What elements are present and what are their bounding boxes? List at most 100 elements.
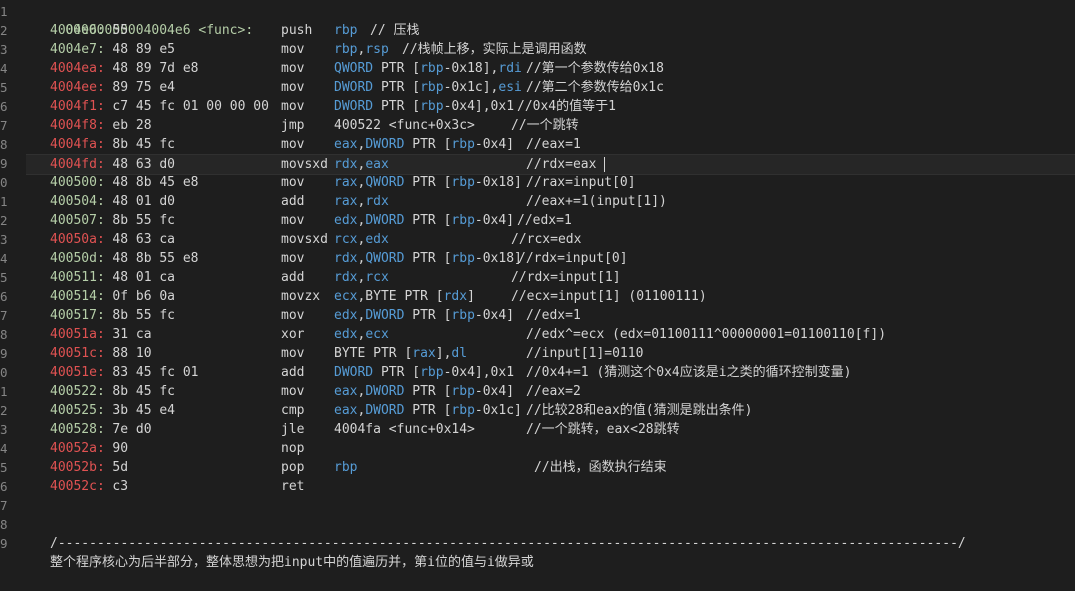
line-number: 7 <box>0 308 8 323</box>
operands: edx,DWORD PTR [rbp-0x4] <box>334 211 514 230</box>
mnemonic: mov <box>281 175 305 190</box>
mnemonic: add <box>281 194 305 209</box>
register-token: eax <box>334 137 358 152</box>
code-line[interactable]: 40050d: 48 8b 55 e8 mov rdx,QWORD PTR [rbp-… <box>34 249 1069 268</box>
code-line[interactable]: 40050a: 48 63 ca movsxd rcx,edx //rcx=edx <box>34 230 1069 249</box>
operand-token: PTR [ <box>373 99 421 114</box>
code-line[interactable]: 40052a: 90 nop <box>34 439 1069 458</box>
instruction-address: 40051a: <box>50 327 105 342</box>
comment-text: //rdx=eax <box>526 157 597 172</box>
instruction-address: 400500: <box>50 175 105 190</box>
operands: BYTE PTR [rax],dl <box>334 344 467 363</box>
code-line[interactable]: 40051a: 31 ca xor edx,ecx //edx^=ecx (edx=01… <box>34 325 1069 344</box>
comment: // 压栈 <box>370 21 419 40</box>
code-line[interactable]: 4004f1: c7 45 fc 01 00 00 00 mov DWORD PTR … <box>34 97 1069 116</box>
register-token: DWORD <box>334 99 374 114</box>
mnemonic: nop <box>281 441 305 456</box>
register-token: DWORD <box>365 384 405 399</box>
operand-token: PTR [ <box>404 251 452 266</box>
line-number: 2 <box>0 403 8 418</box>
comment-text: // 压栈 <box>370 23 420 38</box>
comment-text: //出栈，函数执行结束 <box>534 460 667 475</box>
code-line[interactable]: 4004e6: 55 push rbp // 压栈 <box>34 21 1069 40</box>
instruction-address: 400511: <box>50 270 105 285</box>
line-number: 2 <box>0 213 8 228</box>
comment: //比较28和eax的值(猜测是跳出条件) <box>526 401 752 420</box>
mnemonic: movsxd <box>281 157 328 172</box>
line-number: 8 <box>0 137 8 152</box>
comment: //ecx=input[1] (01100111) <box>511 287 707 306</box>
code-line[interactable]: 400528: 7e d0 jle 4004fa <func+0x14> //一个跳转，… <box>34 420 1069 439</box>
operands: eax,DWORD PTR [rbp-0x4] <box>334 135 514 154</box>
comment: //eax+=1(input[1]) <box>526 192 667 211</box>
code-line[interactable]: 4004e7: 48 89 e5 mov rbp,rsp //栈帧上移，实际上是调用函数 <box>34 40 1069 59</box>
instruction-address: 40052b: <box>50 460 105 475</box>
mnemonic: mov <box>281 251 305 266</box>
line-number: 4 <box>0 251 8 266</box>
code-line[interactable]: 400525: 3b 45 e4 cmp eax,DWORD PTR [rbp-0x1… <box>34 401 1069 420</box>
opcode-bytes: 7e d0 <box>112 422 152 437</box>
instruction-address: 4004ea: <box>50 61 105 76</box>
code-line[interactable]: 4004fd: 48 63 d0 movsxd rdx,eax //rdx=eax <box>26 154 1075 175</box>
code-line[interactable]: 400511: 48 01 ca add rdx,rcx //rdx=input[1] <box>34 268 1069 287</box>
register-token: rax <box>334 194 358 209</box>
code-line[interactable]: 400507: 8b 55 fc mov edx,DWORD PTR [rbp-0x4… <box>34 211 1069 230</box>
code-line[interactable]: 400517: 8b 55 fc mov edx,DWORD PTR [rbp-0x4… <box>34 306 1069 325</box>
operands: QWORD PTR [rbp-0x18],rdi <box>334 59 522 78</box>
operands: ecx,BYTE PTR [rdx] <box>334 287 475 306</box>
mnemonic: mov <box>281 99 305 114</box>
line-number: 2 <box>0 23 8 38</box>
opcode-bytes: 90 <box>112 441 129 456</box>
mnemonic: movsxd <box>281 232 328 247</box>
opcode-bytes: 8b 55 fc <box>112 308 176 323</box>
comment-text: //一个跳转，eax<28跳转 <box>526 422 680 437</box>
code-line[interactable]: 4004f8: eb 28 jmp 400522 <func+0x3c> //一个跳转 <box>34 116 1069 135</box>
code-line[interactable]: 40052b: 5d pop rbp //出栈，函数执行结束 <box>34 458 1069 477</box>
operands: rbp,rsp <box>334 40 389 59</box>
code-line[interactable]: 400504: 48 01 d0 add rax,rdx //eax+=1(input[… <box>34 192 1069 211</box>
comment-text: //edx=1 <box>517 213 572 228</box>
instruction-address: 4004f1: <box>50 99 105 114</box>
opcode-bytes: 48 01 d0 <box>112 194 176 209</box>
register-token: ecx <box>365 327 389 342</box>
mnemonic: add <box>281 365 305 380</box>
comment: //rdx=input[0] <box>518 249 628 268</box>
comment-text: //0x4的值等于1 <box>517 99 616 114</box>
line-number: 0 <box>0 365 8 380</box>
code-line[interactable]: 400514: 0f b6 0a movzx ecx,BYTE PTR [rdx] //… <box>34 287 1069 306</box>
instruction-address: 40052c: <box>50 479 105 494</box>
register-token: QWORD <box>334 61 374 76</box>
operands: DWORD PTR [rbp-0x1c],esi <box>334 78 522 97</box>
line-number: 5 <box>0 80 8 95</box>
mnemonic: ret <box>281 479 305 494</box>
register-token: rax <box>334 175 358 190</box>
register-token: rbp <box>420 99 444 114</box>
code-line[interactable]: 4004fa: 8b 45 fc mov eax,DWORD PTR [rbp-0x4… <box>34 135 1069 154</box>
code-line[interactable]: 400522: 8b 45 fc mov eax,DWORD PTR [rbp-0x4… <box>34 382 1069 401</box>
comment-text: //比较28和eax的值(猜测是跳出条件) <box>526 403 753 418</box>
comment: //栈帧上移，实际上是调用函数 <box>402 40 587 59</box>
operand-token: -0x4],0x1 <box>443 365 515 380</box>
code-line[interactable]: 4004ea: 48 89 7d e8 mov QWORD PTR [rbp-0x18… <box>34 59 1069 78</box>
opcode-bytes: 8b 45 fc <box>112 137 176 152</box>
mnemonic: push <box>281 23 313 38</box>
line-number: 6 <box>0 99 8 114</box>
code-line[interactable]: 40051c: 88 10 mov BYTE PTR [rax],dl //input[… <box>34 344 1069 363</box>
register-token: dl <box>451 346 468 361</box>
line-number: 5 <box>0 270 8 285</box>
code-line[interactable]: 40051e: 83 45 fc 01 add DWORD PTR [rbp-0x4]… <box>34 363 1069 382</box>
code-line[interactable]: 4004ee: 89 75 e4 mov DWORD PTR [rbp-0x1c],e… <box>34 78 1069 97</box>
code-line[interactable]: 400500: 48 8b 45 e8 mov rax,QWORD PTR [rbp-… <box>34 173 1069 192</box>
operand-token: -0x4] <box>474 213 515 228</box>
comment-text: //eax+=1(input[1]) <box>526 194 667 209</box>
register-token: esi <box>498 80 522 95</box>
comment: //edx^=ecx (edx=01100111^00000001=011001… <box>526 325 886 344</box>
comment: //第一个参数传给0x18 <box>526 59 664 78</box>
line-number: 1 <box>0 194 8 209</box>
mnemonic: pop <box>281 460 305 475</box>
operand-token: PTR [ <box>404 403 452 418</box>
operand-token: -0x18], <box>443 61 499 76</box>
code-line[interactable]: 40052c: c3 ret <box>34 477 1069 496</box>
code-editor[interactable]: 12345678901234567890123456789 0000000000… <box>0 0 1075 570</box>
mnemonic: jle <box>281 422 305 437</box>
